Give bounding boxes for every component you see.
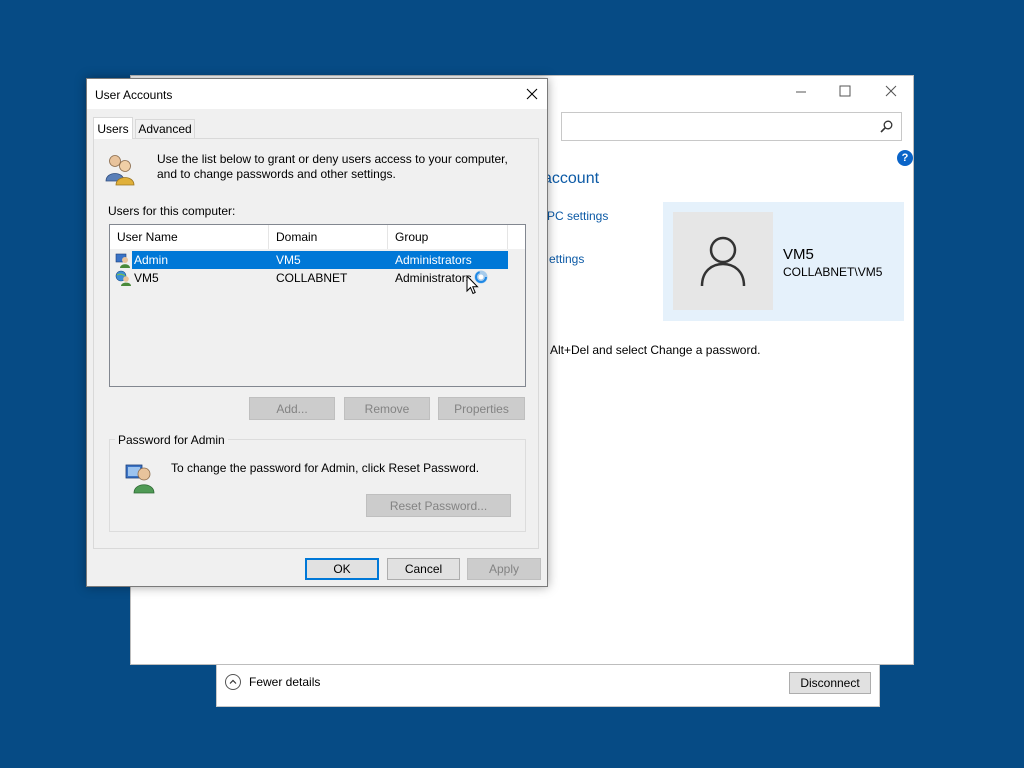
domain-cell: VM5 xyxy=(276,253,301,267)
card-user-domain: COLLABNET\VM5 xyxy=(783,265,883,279)
card-user-name: VM5 xyxy=(783,246,814,263)
settings-link[interactable]: ettings xyxy=(549,252,584,266)
column-group[interactable]: Group xyxy=(388,225,508,249)
maximize-icon[interactable] xyxy=(831,81,859,101)
page-title: account xyxy=(543,170,600,187)
minimize-icon[interactable] xyxy=(787,81,815,101)
dialog-title: User Accounts xyxy=(95,88,173,102)
user-accounts-dialog: User Accounts Users Advanced Use the lis… xyxy=(86,78,548,587)
tab-advanced[interactable]: Advanced xyxy=(135,119,195,138)
domain-cell: COLLABNET xyxy=(276,271,348,285)
chevron-up-icon xyxy=(225,674,241,690)
reset-password-button[interactable]: Reset Password... xyxy=(366,494,511,517)
list-header: User Name Domain Group xyxy=(110,225,525,249)
users-list-label: Users for this computer: xyxy=(108,204,236,218)
fewer-details-label: Fewer details xyxy=(249,675,321,689)
mouse-cursor-icon xyxy=(466,275,479,295)
password-group-label: Password for Admin xyxy=(115,433,228,447)
apply-button[interactable]: Apply xyxy=(467,558,541,580)
column-user-name[interactable]: User Name xyxy=(110,225,269,249)
disconnect-button[interactable]: Disconnect xyxy=(789,672,871,694)
user-name-cell: VM5 xyxy=(134,271,159,285)
password-instructions: To change the password for Admin, click … xyxy=(171,461,480,475)
cancel-button[interactable]: Cancel xyxy=(387,558,460,580)
search-icon xyxy=(880,120,893,133)
fewer-details-toggle[interactable]: Fewer details xyxy=(225,674,320,690)
help-icon[interactable]: ? xyxy=(897,150,913,166)
group-cell: Administrators xyxy=(395,253,472,267)
users-group-icon xyxy=(105,155,135,186)
group-cell: Administrators xyxy=(395,271,472,285)
domain-user-icon xyxy=(115,270,131,286)
properties-button[interactable]: Properties xyxy=(438,397,525,420)
intro-text: Use the list below to grant or deny user… xyxy=(157,152,508,181)
table-row-vm5[interactable]: VM5 COLLABNET Administrators xyxy=(112,269,507,287)
admin-user-icon xyxy=(115,253,130,268)
add-user-button[interactable]: Add... xyxy=(249,397,335,420)
ok-button[interactable]: OK xyxy=(305,558,379,580)
user-card: VM5 COLLABNET\VM5 xyxy=(663,202,904,321)
users-list[interactable]: User Name Domain Group Admin VM5 Adminis… xyxy=(109,224,526,387)
user-icon xyxy=(700,236,746,287)
close-icon[interactable] xyxy=(877,81,905,101)
password-groupbox xyxy=(109,439,526,532)
change-password-instructions: Alt+Del and select Change a password. xyxy=(550,343,761,357)
pc-settings-link[interactable]: PC settings xyxy=(547,209,608,223)
connection-details-panel: Fewer details Disconnect xyxy=(216,660,880,707)
user-password-icon xyxy=(125,464,155,494)
avatar xyxy=(673,212,773,310)
user-name-cell: Admin xyxy=(134,253,169,267)
close-icon[interactable] xyxy=(523,85,541,103)
search-input[interactable] xyxy=(561,112,902,141)
remove-user-button[interactable]: Remove xyxy=(344,397,430,420)
column-domain[interactable]: Domain xyxy=(269,225,388,249)
dialog-titlebar: User Accounts xyxy=(87,79,547,109)
table-row-admin[interactable]: Admin VM5 Administrators xyxy=(112,251,508,269)
tab-users[interactable]: Users xyxy=(93,117,133,139)
